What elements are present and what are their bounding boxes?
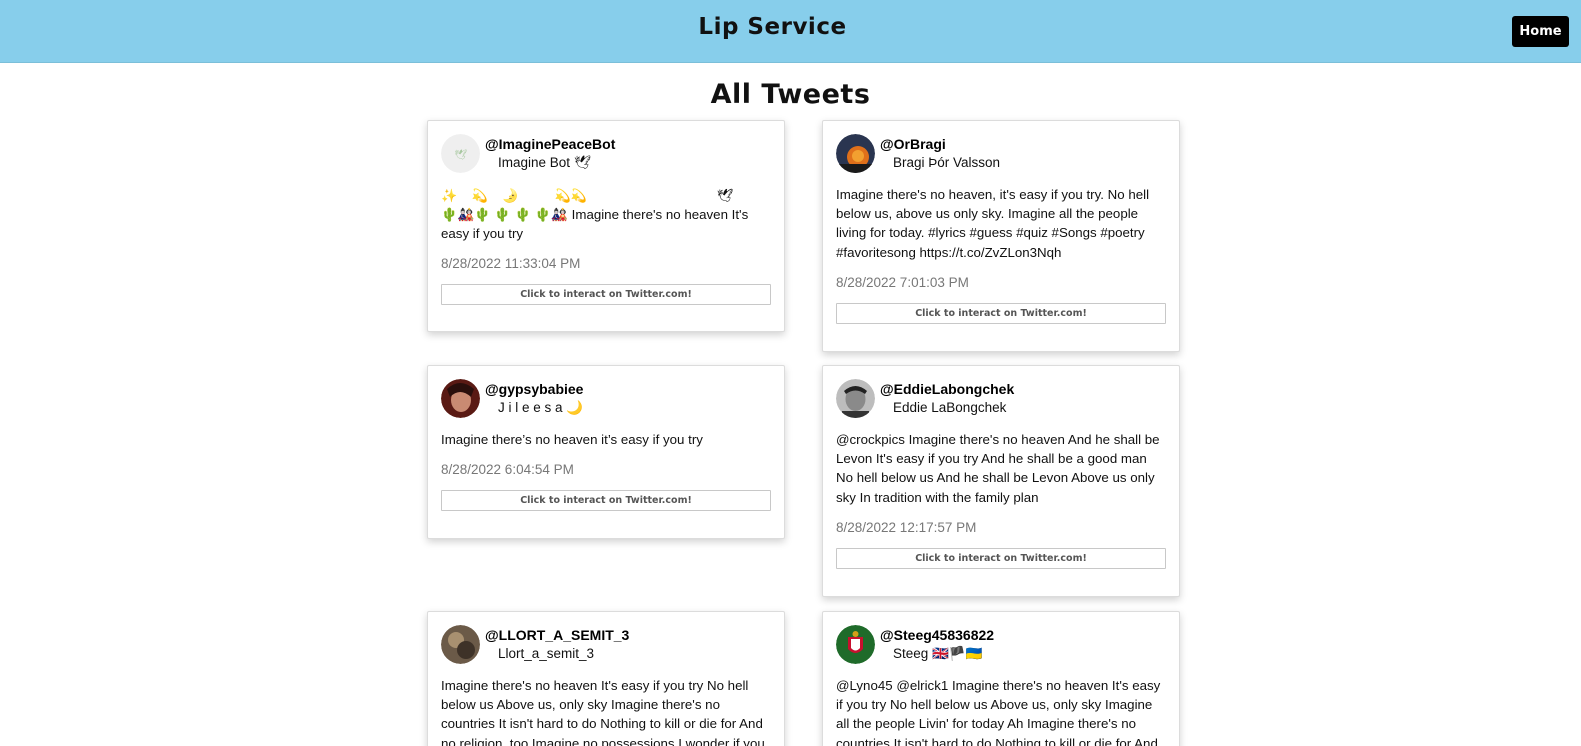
tweet-text: Imagine there's no heaven, it's easy if …	[836, 187, 1150, 260]
avatar	[441, 379, 480, 418]
tweet-display-name: Imagine Bot 🕊	[498, 155, 591, 170]
svg-text:🕊: 🕊	[454, 149, 467, 161]
tweet-display-name: Eddie LaBongchek	[893, 400, 1007, 415]
tweet-text: @Lyno45 @elrick1 Imagine there's no heav…	[836, 678, 1161, 746]
tweet-card: 🕊 @ImaginePeaceBot Imagine Bot 🕊 ✨ 💫 🌛 💫…	[427, 120, 785, 332]
tweet-display-name: Steeg 🇬🇧🏴🇺🇦	[893, 646, 983, 661]
app-title: Lip Service	[698, 14, 847, 40]
tweet-handle: @Steeg45836822	[880, 627, 995, 643]
tweet-handle: @ImaginePeaceBot	[485, 136, 616, 152]
tweet-text: Imagine there’s no heaven it’s easy if y…	[441, 432, 703, 447]
tweet-handle: @EddieLabongchek	[880, 381, 1015, 397]
home-button[interactable]: Home	[1512, 16, 1569, 47]
tweet-handle: @LLORT_A_SEMIT_3	[485, 627, 630, 643]
page-title: All Tweets	[710, 79, 871, 110]
avatar	[836, 625, 875, 664]
tweet-display-name: Bragi Þór Valsson	[893, 155, 1001, 170]
tweet-date: 8/28/2022 12:17:57 PM	[836, 519, 977, 535]
avatar: 🕊	[441, 134, 480, 173]
tweet-card: @EddieLabongchek Eddie LaBongchek @crock…	[822, 365, 1180, 597]
tweet-card: @gypsybabiee J i l e e s a 🌙 Imagine the…	[427, 365, 785, 539]
tweet-display-name: Llort_a_semit_3	[498, 646, 595, 661]
avatar	[441, 625, 480, 664]
interact-on-twitter-button[interactable]: Click to interact on Twitter.com!	[441, 490, 771, 512]
tweet-emoji-line: ✨ 💫 🌛 💫💫 🕊	[441, 188, 734, 203]
top-nav-bar: Lip Service Home	[0, 0, 1581, 63]
tweet-card: @Steeg45836822 Steeg 🇬🇧🏴🇺🇦 @Lyno45 @elri…	[822, 611, 1180, 746]
tweet-date: 8/28/2022 11:33:04 PM	[441, 256, 581, 272]
tweet-text: 🌵🎎🌵 🌵 🌵 🌵🎎 Imagine there's no heaven It'…	[441, 207, 749, 242]
tweet-handle: @OrBragi	[880, 136, 946, 152]
tweet-date: 8/28/2022 7:01:03 PM	[836, 274, 969, 290]
tweet-date: 8/28/2022 6:04:54 PM	[441, 462, 574, 478]
tweet-display-name: J i l e e s a 🌙	[498, 400, 584, 415]
tweet-text: Imagine there's no heaven It's easy if y…	[441, 678, 765, 746]
interact-on-twitter-button[interactable]: Click to interact on Twitter.com!	[836, 547, 1166, 569]
avatar	[836, 134, 875, 173]
tweet-text: @crockpics Imagine there's no heaven And…	[836, 432, 1160, 505]
tweet-card: @LLORT_A_SEMIT_3 Llort_a_semit_3 Imagine…	[427, 611, 785, 746]
interact-on-twitter-button[interactable]: Click to interact on Twitter.com!	[441, 284, 771, 306]
avatar	[836, 379, 875, 418]
interact-on-twitter-button[interactable]: Click to interact on Twitter.com!	[836, 302, 1166, 324]
tweet-handle: @gypsybabiee	[485, 381, 584, 397]
tweet-card: @OrBragi Bragi Þór Valsson Imagine there…	[822, 120, 1180, 352]
